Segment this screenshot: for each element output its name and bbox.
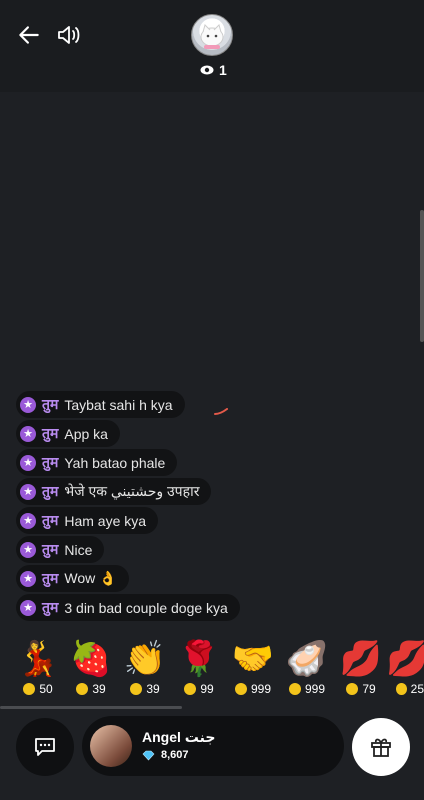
coin-icon: [346, 683, 359, 695]
gift-item-lips[interactable]: 💋 79: [332, 640, 390, 704]
gift-icon: [371, 738, 391, 757]
gift-price: 39: [92, 682, 106, 696]
viewer-count: 1: [200, 62, 227, 78]
chat-list[interactable]: ★ तुम Taybat sahi h kya ★ तुम App ka ★ तुम Yah…: [16, 391, 316, 623]
gift-bar[interactable]: 💃 50 🍓 39 👏 39 🌹 99 🤝 999 🦪 999 💋 79 💋 25: [0, 640, 424, 704]
star-badge-icon: ★: [20, 454, 36, 471]
coin-icon: [396, 683, 407, 695]
gift-price: 39: [146, 682, 160, 696]
chat-text: भेजे एक وحشتيني उपहार: [64, 483, 200, 499]
coin-icon: [184, 683, 197, 695]
arrow-left-icon[interactable]: [16, 22, 42, 48]
diamond-count: 8,607: [161, 749, 189, 761]
coin-icon: [234, 683, 247, 695]
cat-avatar-icon: [200, 24, 224, 49]
gift-item-pearl-shell[interactable]: 🦪 999: [278, 640, 336, 704]
star-badge-icon: ★: [20, 483, 36, 500]
star-badge-icon: ★: [20, 396, 36, 413]
coin-icon: [23, 683, 36, 695]
side-scroll-handle[interactable]: [420, 210, 424, 342]
chat-message: ★ तुम Nice: [16, 536, 105, 563]
gift-item-clapping-hands[interactable]: 👏 39: [116, 640, 174, 704]
chat-text: Ham aye kya: [64, 512, 147, 529]
chat-message: ★ तुम Yah batao phale: [16, 449, 178, 476]
chat-message: ★ तुम Taybat sahi h kya: [16, 391, 185, 418]
gift-item-rose[interactable]: 🌹 99: [170, 640, 228, 704]
user-profile-pill[interactable]: Angel جنت 8,607: [82, 716, 344, 776]
star-badge-icon: ★: [20, 425, 36, 442]
chat-button[interactable]: [16, 718, 74, 776]
chat-message: ★ तुम Wow 👌: [16, 565, 129, 592]
diamond-balance: 8,607: [142, 749, 189, 761]
chat-message: ★ तुम App ka: [16, 420, 120, 447]
chat-sender[interactable]: तुम: [42, 598, 58, 617]
strawberry-icon: 🍓: [69, 640, 113, 678]
gift-price: 79: [362, 682, 376, 696]
chat-message: ★ तुम Ham aye kya: [16, 507, 159, 534]
rose-icon: 🌹: [177, 640, 221, 678]
gift-price: 99: [200, 682, 214, 696]
chat-sender[interactable]: तुम: [42, 511, 58, 530]
chat-text: Taybat sahi h kya: [64, 396, 173, 413]
chat-sender[interactable]: तुम: [42, 540, 58, 559]
pearl-shell-icon: 🦪: [285, 640, 329, 678]
chat-text: Wow 👌: [64, 570, 117, 586]
lips-icon: 💋: [386, 640, 424, 678]
chat-bubble-icon: [35, 738, 55, 756]
clapping-hands-icon: 👏: [123, 640, 167, 678]
chat-text: Nice: [64, 541, 93, 558]
star-badge-icon: ★: [20, 512, 36, 529]
chat-sender[interactable]: तुम: [42, 453, 58, 472]
viewer-count-value: 1: [219, 62, 227, 78]
chat-text: Yah batao phale: [64, 454, 166, 471]
gift-button[interactable]: [352, 718, 410, 776]
gift-item-strawberry[interactable]: 🍓 39: [62, 640, 120, 704]
coin-icon: [76, 683, 89, 695]
diamond-icon: [142, 750, 155, 760]
top-bar: 1: [0, 0, 424, 92]
chat-sender[interactable]: तुम: [42, 424, 58, 443]
gift-price: 50: [39, 682, 53, 696]
star-badge-icon: ★: [20, 541, 36, 558]
chat-text: 3 din bad couple doge kya: [64, 599, 228, 616]
chat-sender[interactable]: तुम: [42, 395, 58, 414]
gift-price: 25: [410, 682, 424, 696]
chat-text: App ka: [64, 425, 108, 442]
dancers-icon: 💃: [16, 640, 60, 678]
chat-sender[interactable]: तुम: [42, 482, 58, 501]
chat-message: ★ तुम भेजे एक وحشتيني उपहार: [16, 478, 212, 505]
gift-item-lips[interactable]: 💋 25: [386, 640, 424, 704]
star-badge-icon: ★: [20, 570, 36, 587]
handshake-icon: 🤝: [231, 640, 275, 678]
coin-icon: [288, 683, 301, 695]
gift-bar-scroll-indicator: [0, 706, 182, 709]
chat-sender[interactable]: तुम: [42, 569, 58, 588]
gift-price: 999: [304, 682, 326, 696]
eye-icon: [200, 65, 214, 75]
host-avatar[interactable]: [191, 14, 233, 56]
lips-icon: 💋: [339, 640, 383, 678]
gift-item-handshake[interactable]: 🤝 999: [224, 640, 282, 704]
speaker-icon[interactable]: [56, 22, 84, 48]
gift-price: 999: [250, 682, 272, 696]
coin-icon: [130, 683, 143, 695]
user-name: Angel جنت: [142, 729, 216, 745]
star-badge-icon: ★: [20, 599, 36, 616]
avatar: [90, 725, 132, 767]
chat-message: ★ तुम 3 din bad couple doge kya: [16, 594, 240, 621]
gift-item-dancers[interactable]: 💃 50: [9, 640, 67, 704]
